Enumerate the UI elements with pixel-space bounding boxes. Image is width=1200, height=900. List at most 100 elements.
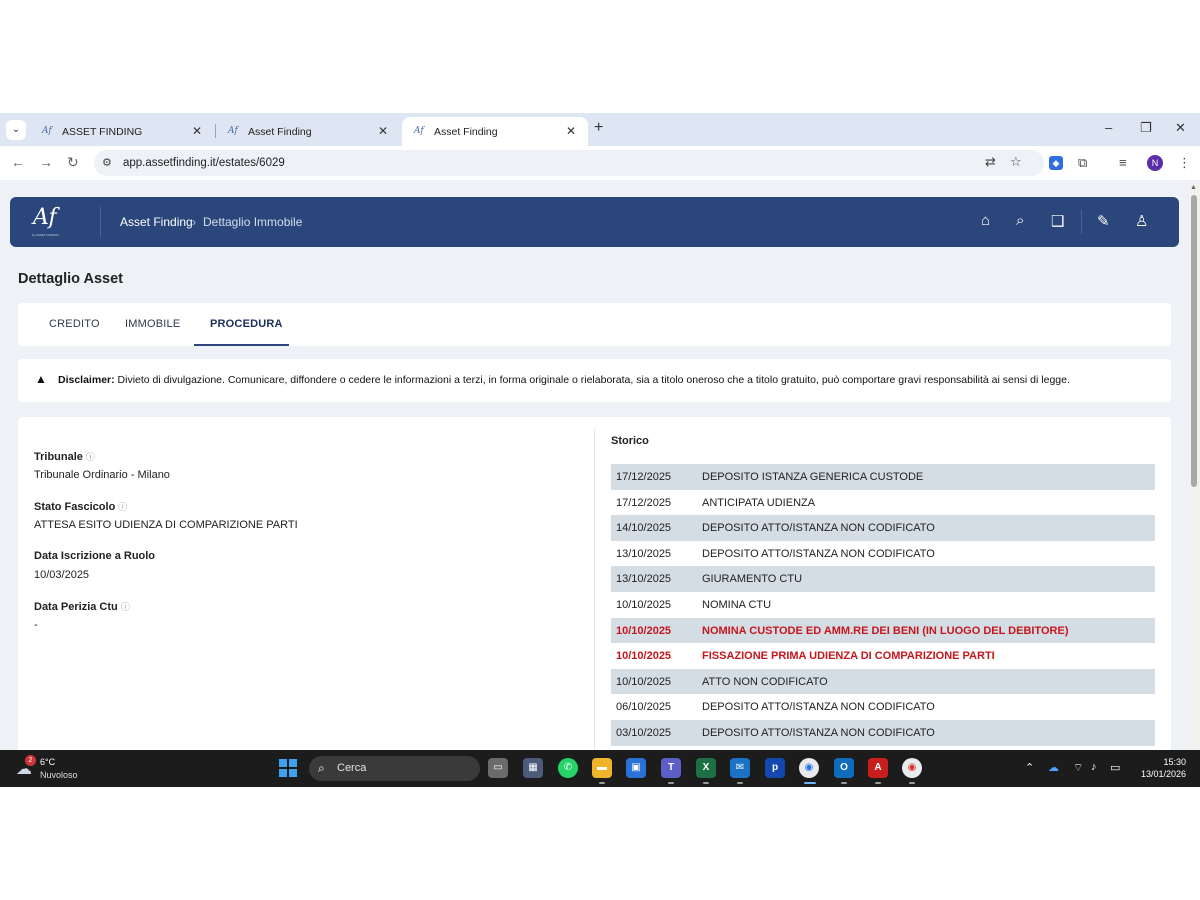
close-tab-icon[interactable]: ✕ [566,124,576,138]
browser-tab-1[interactable]: Af ASSET FINDING ✕ [30,117,214,146]
user-icon[interactable]: ♙ [1135,212,1148,230]
excel-icon[interactable]: X [696,758,716,778]
active-indicator [804,782,816,784]
app-logo[interactable]: Af [33,205,57,230]
translate-icon[interactable]: ⇄ [985,154,996,170]
info-icon[interactable]: ⓘ [121,602,130,612]
data-iscrizione-value: 10/03/2025 [34,569,90,581]
volume-icon[interactable]: ♪ [1091,761,1097,773]
system-clock[interactable]: 15:30 13/01/2026 [1136,756,1186,780]
tab-immobile[interactable]: IMMOBILE [125,318,180,330]
storico-event: ANTICIPATA UDIENZA [702,496,816,509]
site-settings-icon[interactable]: ⚙ [102,156,112,169]
whatsapp-icon[interactable]: ✆ [558,758,578,778]
storico-date: 10/10/2025 [616,650,672,663]
storico-event: GIURAMENTO CTU [702,573,803,586]
battery-icon[interactable]: ▭ [1110,761,1120,774]
close-window-icon[interactable]: ✕ [1175,120,1186,136]
clock-time: 15:30 [1163,757,1186,767]
p-app-icon[interactable]: p [765,758,785,778]
breadcrumb-root[interactable]: Asset Finding [120,215,193,229]
address-bar[interactable]: ⚙ app.assetfinding.it/estates/6029 ⇄ ☆ [94,150,1044,176]
storico-event: ATTO NON CODIFICATO [702,675,828,688]
restore-icon[interactable]: ❐ [1140,120,1152,136]
storico-row: 10/10/2025 NOMINA CTU [611,592,1155,618]
bookmark-star-icon[interactable]: ☆ [1010,154,1022,170]
file-explorer-icon[interactable]: ▬ [592,758,612,778]
procedure-details-card: Tribunale ⓘ Tribunale Ordinario - Milano … [18,417,1171,787]
disclaimer-text: Disclaimer: Divieto di divulgazione. Com… [58,374,1070,386]
reading-list-icon[interactable]: ≡ [1119,155,1127,170]
storico-event: DEPOSITO ATTO/ISTANZA NON CODIFICATO [702,547,935,560]
data-iscrizione-label: Data Iscrizione a Ruolo [34,550,156,562]
close-tab-icon[interactable]: ✕ [192,124,202,138]
acrobat-icon[interactable]: A [868,758,888,778]
info-icon[interactable]: ⓘ [118,502,127,512]
running-indicator [875,782,881,784]
minimize-icon[interactable]: – [1105,120,1112,135]
scroll-up-icon[interactable]: ▲ [1190,184,1197,191]
teams-icon[interactable]: T [661,758,681,778]
url-text[interactable]: app.assetfinding.it/estates/6029 [123,157,285,169]
task-view-icon[interactable]: ▭ [488,758,508,778]
header-icons-divider [1081,210,1082,234]
af-favicon-icon: Af [414,126,424,136]
search-icon[interactable]: ⌕ [1016,212,1024,229]
wifi-icon[interactable]: ⌔ [1073,761,1083,775]
mail-icon[interactable]: ✉ [730,758,750,778]
tab-procedura[interactable]: PROCEDURA [210,318,283,330]
logo-subtitle: by ASSET FINDING [32,233,59,237]
browser-toolbar: ← → ↻ ⚙ app.assetfinding.it/estates/6029… [0,146,1200,180]
profile-avatar[interactable]: N [1147,155,1163,171]
home-icon[interactable]: ⌂ [981,212,990,229]
windows-start-icon[interactable] [279,759,297,777]
storico-event: NOMINA CTU [702,598,772,611]
extensions-puzzle-icon[interactable]: ⧉ [1078,155,1087,171]
taskbar-search[interactable]: ⌕ Cerca [309,756,480,781]
data-perizia-value: - [34,619,38,631]
scroll-thumb[interactable] [1191,195,1197,487]
storico-row: 17/12/2025 ANTICIPATA UDIENZA [611,490,1155,516]
chevron-up-icon[interactable]: ⌃ [1025,761,1034,774]
storico-event: DEPOSITO ATTO/ISTANZA NON CODIFICATO [702,726,935,739]
storico-row: 10/10/2025 NOMINA CUSTODE ED AMM.RE DEI B… [611,617,1155,644]
active-tab-indicator [194,344,289,346]
running-indicator [703,782,709,784]
weather-temp[interactable]: 6°C [40,757,55,767]
chrome-profile-icon[interactable]: ◉ [902,758,922,778]
storico-date: 14/10/2025 [616,522,672,535]
bookmark-icon[interactable]: ❑ [1051,212,1064,230]
browser-tab-strip: ⌄ Af ASSET FINDING ✕ Af Asset Finding ✕ … [0,113,1200,146]
tools-icon[interactable]: ✎ [1097,212,1110,230]
onedrive-icon[interactable]: ☁ [1048,761,1059,774]
reload-icon[interactable]: ↻ [67,154,79,171]
browser-tab-3-active[interactable]: Af Asset Finding ✕ [402,117,588,146]
running-indicator [909,782,915,784]
remote-desktop-icon[interactable]: ▣ [626,758,646,778]
outlook-icon[interactable]: O [834,758,854,778]
chrome-icon[interactable]: ◉ [799,758,819,778]
storico-event: DEPOSITO ATTO/ISTANZA NON CODIFICATO [702,522,935,535]
tab-title: Asset Finding [248,126,312,138]
extension-icon[interactable]: ◆ [1049,156,1063,170]
weather-badge: 2 [25,755,36,766]
new-tab-icon[interactable]: + [594,119,603,137]
running-indicator [737,782,743,784]
weather-condition[interactable]: Nuvoloso [40,770,78,780]
storico-date: 17/12/2025 [616,496,672,509]
tab-search-icon[interactable]: ⌄ [6,120,26,140]
storico-event: FISSAZIONE PRIMA UDIENZA DI COMPARIZIONE… [702,650,995,663]
header-divider [100,207,101,237]
forward-icon[interactable]: → [39,154,53,170]
column-divider [594,429,595,787]
app-header: Af by ASSET FINDING Asset Finding › Dett… [10,197,1179,247]
storico-date: 17/12/2025 [616,471,672,483]
browser-tab-2[interactable]: Af Asset Finding ✕ [216,117,400,146]
menu-kebab-icon[interactable]: ⋮ [1178,155,1191,171]
calculator-icon[interactable]: ▦ [523,758,543,778]
page-scrollbar[interactable]: ▲ ▼ [1188,183,1200,787]
tab-credito[interactable]: CREDITO [49,318,100,330]
info-icon[interactable]: ⓘ [86,452,95,462]
back-icon[interactable]: ← [11,154,25,170]
close-tab-icon[interactable]: ✕ [378,124,388,138]
